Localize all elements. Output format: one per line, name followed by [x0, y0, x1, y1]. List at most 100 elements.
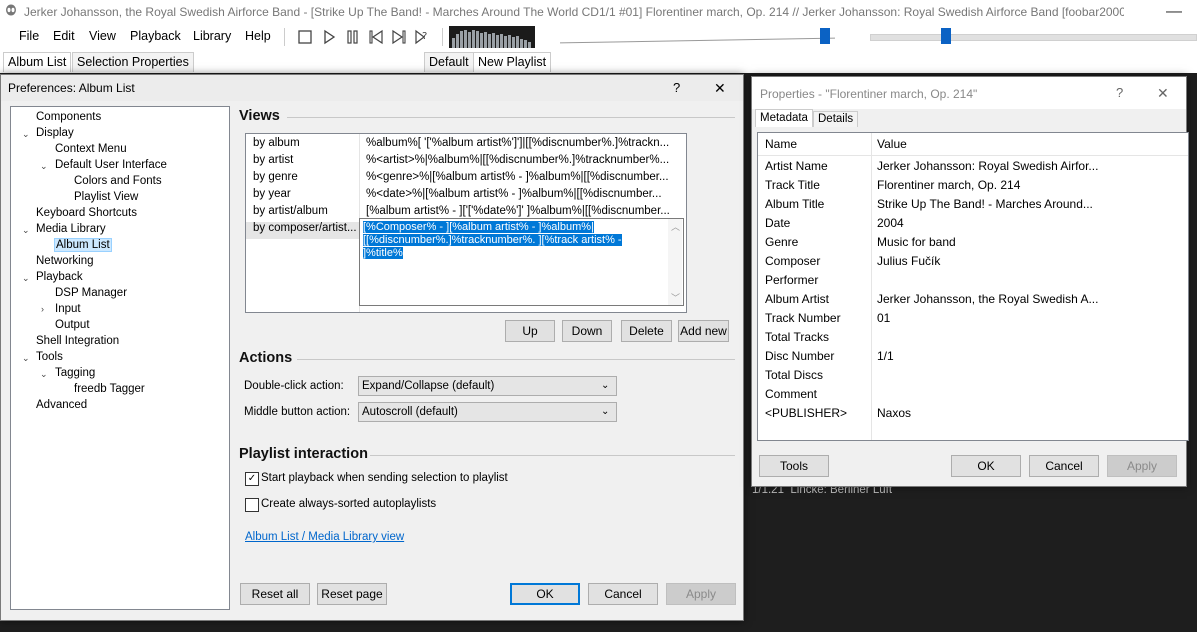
- ok-button[interactable]: OK: [510, 583, 580, 605]
- seek-bar[interactable]: [560, 28, 845, 46]
- tree-album-list[interactable]: Album List: [54, 238, 112, 252]
- scroll-up-icon[interactable]: ︿: [671, 220, 680, 233]
- menu-library[interactable]: Library: [193, 29, 231, 43]
- tree-shell-integration[interactable]: Shell Integration: [36, 335, 119, 347]
- tree-keyboard-shortcuts[interactable]: Keyboard Shortcuts: [36, 207, 137, 219]
- table-row[interactable]: <PUBLISHER> Naxos: [758, 406, 1188, 425]
- properties-ok-button[interactable]: OK: [951, 455, 1021, 477]
- preferences-tree[interactable]: Components ⌄ Display Context Menu ⌄ Defa…: [10, 106, 230, 610]
- collapse-icon[interactable]: ⌄: [22, 129, 30, 140]
- next-icon[interactable]: [390, 28, 408, 46]
- table-row[interactable]: Album Artist Jerker Johansson, the Royal …: [758, 292, 1188, 311]
- table-row[interactable]: Total Discs: [758, 368, 1188, 387]
- tree-display[interactable]: Display: [36, 127, 74, 139]
- always-sorted-checkbox[interactable]: [245, 498, 259, 512]
- menu-file[interactable]: File: [19, 29, 39, 43]
- scroll-down-icon[interactable]: ﹀: [671, 291, 680, 304]
- close-icon[interactable]: ✕: [1157, 85, 1169, 102]
- table-row[interactable]: Composer Julius Fučík: [758, 254, 1188, 273]
- format-text[interactable]: [%Composer% - ][%album artist% - ]%album…: [363, 221, 663, 260]
- collapse-icon[interactable]: ⌄: [22, 353, 30, 364]
- cancel-button[interactable]: Cancel: [588, 583, 658, 605]
- apply-button[interactable]: Apply: [666, 583, 736, 605]
- column-header-name[interactable]: Name: [765, 137, 870, 151]
- table-row[interactable]: Track Title Florentiner march, Op. 214: [758, 178, 1188, 197]
- table-row[interactable]: Performer: [758, 273, 1188, 292]
- tools-button[interactable]: Tools: [759, 455, 829, 477]
- minimize-button[interactable]: —: [1151, 0, 1197, 24]
- tab-default-playlist[interactable]: Default: [424, 52, 474, 72]
- table-row[interactable]: Genre Music for band: [758, 235, 1188, 254]
- view-row[interactable]: by album %album%[ '['%album artist%']']|[…: [246, 137, 686, 154]
- close-icon[interactable]: ✕: [714, 80, 726, 97]
- seek-thumb[interactable]: [820, 28, 830, 44]
- tab-selection-properties[interactable]: Selection Properties: [72, 52, 194, 72]
- tree-default-user-interface[interactable]: Default User Interface: [55, 159, 167, 171]
- tab-album-list[interactable]: Album List: [3, 52, 72, 72]
- tree-playback[interactable]: Playback: [36, 271, 83, 283]
- tree-output[interactable]: Output: [55, 319, 90, 331]
- previous-icon[interactable]: [367, 28, 385, 46]
- table-row[interactable]: Artist Name Jerker Johansson: Royal Swedi…: [758, 159, 1188, 178]
- tree-tools[interactable]: Tools: [36, 351, 63, 363]
- tree-context-menu[interactable]: Context Menu: [55, 143, 127, 155]
- add-new-button[interactable]: Add new: [678, 320, 729, 342]
- always-sorted-label[interactable]: Create always-sorted autoplaylists: [261, 498, 436, 510]
- table-row[interactable]: Disc Number 1/1: [758, 349, 1188, 368]
- table-row[interactable]: Total Tracks: [758, 330, 1188, 349]
- metadata-table[interactable]: Name Value Artist Name Jerker Johansson: …: [757, 132, 1189, 441]
- menu-edit[interactable]: Edit: [53, 29, 75, 43]
- tree-dsp-manager[interactable]: DSP Manager: [55, 287, 127, 299]
- collapse-icon[interactable]: ⌄: [40, 161, 48, 172]
- view-row[interactable]: by artist %<artist>%|%album%|[[%discnumbe…: [246, 154, 686, 171]
- up-button[interactable]: Up: [505, 320, 555, 342]
- tab-details[interactable]: Details: [813, 111, 859, 127]
- preferences-titlebar[interactable]: Preferences: Album List ? ✕: [1, 75, 743, 101]
- collapse-icon[interactable]: ⌄: [40, 369, 48, 380]
- properties-titlebar[interactable]: Properties - "Florentiner march, Op. 214…: [752, 77, 1186, 109]
- view-row-selected[interactable]: by composer/artist...: [246, 222, 359, 239]
- tab-metadata[interactable]: Metadata: [755, 109, 813, 127]
- stop-icon[interactable]: [296, 28, 314, 46]
- help-icon[interactable]: ?: [1116, 85, 1123, 100]
- volume-bar[interactable]: [870, 28, 1197, 46]
- album-list-help-link[interactable]: Album List / Media Library view: [245, 531, 404, 543]
- tree-media-library[interactable]: Media Library: [36, 223, 106, 235]
- collapse-icon[interactable]: ⌄: [22, 273, 30, 284]
- table-row[interactable]: Comment: [758, 387, 1188, 406]
- properties-apply-button[interactable]: Apply: [1107, 455, 1177, 477]
- view-row[interactable]: by year %<date>%|[%album artist% - ]%albu…: [246, 188, 686, 205]
- help-icon[interactable]: ?: [673, 80, 680, 95]
- reset-all-button[interactable]: Reset all: [240, 583, 310, 605]
- column-header-value[interactable]: Value: [877, 137, 1177, 151]
- play-icon[interactable]: [320, 28, 338, 46]
- delete-button[interactable]: Delete: [621, 320, 672, 342]
- main-titlebar[interactable]: Jerker Johansson, the Royal Swedish Airf…: [0, 0, 1197, 25]
- collapse-icon[interactable]: ⌄: [22, 225, 30, 236]
- tree-advanced[interactable]: Advanced: [36, 399, 87, 411]
- view-row[interactable]: by genre %<genre>%|[%album artist% - ]%al…: [246, 171, 686, 188]
- expand-icon[interactable]: ›: [41, 304, 44, 314]
- menu-help[interactable]: Help: [245, 29, 271, 43]
- start-playback-label[interactable]: Start playback when sending selection to…: [261, 472, 508, 484]
- random-icon[interactable]: ?: [413, 28, 431, 46]
- menu-playback[interactable]: Playback: [130, 29, 181, 43]
- volume-thumb[interactable]: [941, 28, 951, 44]
- menu-view[interactable]: View: [89, 29, 116, 43]
- table-row[interactable]: Album Title Strike Up The Band! - Marches…: [758, 197, 1188, 216]
- tree-networking[interactable]: Networking: [36, 255, 94, 267]
- tree-playlist-view[interactable]: Playlist View: [74, 191, 138, 203]
- tree-components[interactable]: Components: [36, 111, 101, 123]
- pause-icon[interactable]: [344, 28, 362, 46]
- table-row[interactable]: Date 2004: [758, 216, 1188, 235]
- double-click-select[interactable]: Expand/Collapse (default) ⌄: [358, 376, 617, 396]
- middle-button-select[interactable]: Autoscroll (default) ⌄: [358, 402, 617, 422]
- tab-new-playlist[interactable]: New Playlist: [473, 52, 552, 72]
- editor-scrollbar[interactable]: ︿ ﹀: [668, 219, 682, 305]
- properties-cancel-button[interactable]: Cancel: [1029, 455, 1099, 477]
- start-playback-checkbox[interactable]: ✓: [245, 472, 259, 486]
- tree-colors-and-fonts[interactable]: Colors and Fonts: [74, 175, 162, 187]
- down-button[interactable]: Down: [562, 320, 612, 342]
- tree-tagging[interactable]: Tagging: [55, 367, 95, 379]
- table-row[interactable]: Track Number 01: [758, 311, 1188, 330]
